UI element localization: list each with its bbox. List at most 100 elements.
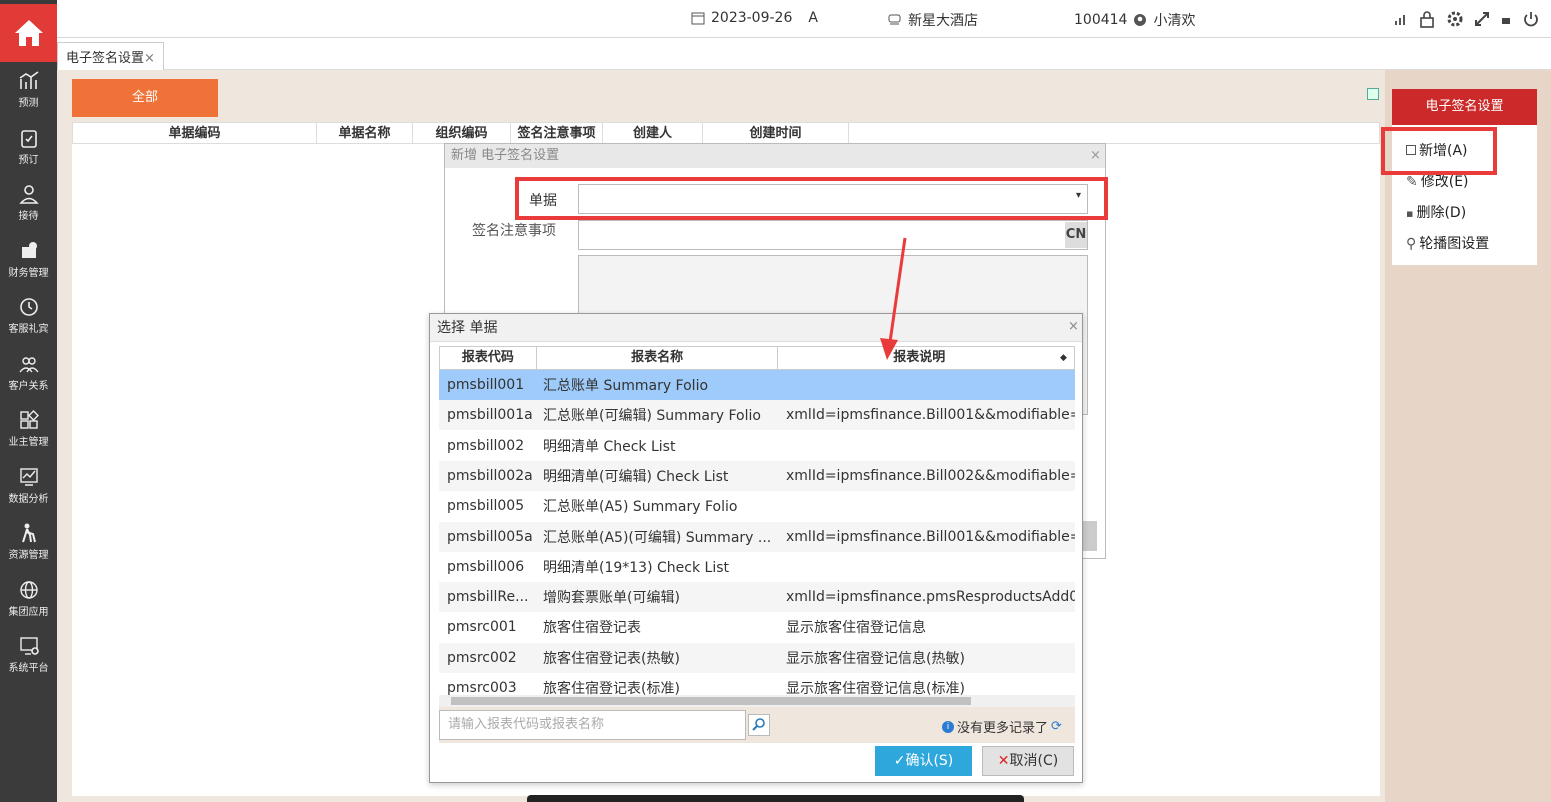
cleaner-icon bbox=[21, 523, 36, 543]
cell-report-code: pmsrc001 bbox=[447, 619, 517, 636]
nav-item-7[interactable]: 数据分析 bbox=[0, 466, 57, 522]
scroll-thumb[interactable] bbox=[451, 697, 971, 705]
power-icon[interactable] bbox=[1522, 10, 1540, 28]
carousel-label: 轮播图设置 bbox=[1419, 236, 1490, 252]
dialog-close-button[interactable]: × bbox=[1068, 319, 1079, 334]
nav-label: 客服礼宾 bbox=[8, 324, 49, 335]
business-date[interactable]: 2023-09-26 A bbox=[691, 10, 818, 26]
home-icon bbox=[14, 20, 43, 46]
person-icon bbox=[18, 185, 39, 204]
refresh-icon[interactable]: ⟳ bbox=[1051, 719, 1062, 734]
col-sign-note[interactable]: 签名注意事项 bbox=[511, 123, 603, 143]
nav-item-8[interactable]: 资源管理 bbox=[0, 522, 57, 578]
horizontal-scrollbar[interactable] bbox=[439, 695, 1075, 707]
grid-icon bbox=[19, 410, 39, 429]
wrench-icon: ⚲ bbox=[1406, 236, 1417, 252]
table-row[interactable]: pmsbill001a 汇总账单(可编辑) Summary Folio xmlId=… bbox=[439, 400, 1075, 431]
cell-report-name: 明细清单(19*13) Check List bbox=[543, 559, 729, 576]
delete-label: 删除(D) bbox=[1416, 205, 1467, 221]
nav-item-3[interactable]: 财务管理 bbox=[0, 240, 57, 296]
language-button[interactable]: CN bbox=[1065, 222, 1087, 248]
cell-report-desc: 显示旅客住宿登记信息(热敏) bbox=[786, 650, 965, 667]
table-body: pmsbill001 汇总账单 Summary Folio pmsbill001a 汇… bbox=[439, 370, 1075, 696]
delete-button[interactable]: ▪ 删除(D) bbox=[1406, 202, 1466, 222]
date-text: 2023-09-26 bbox=[711, 10, 793, 26]
dialog-close-button[interactable]: × bbox=[1090, 148, 1101, 163]
cell-report-code: pmsrc003 bbox=[447, 680, 517, 696]
dialog-title: 选择 单据 bbox=[430, 314, 1082, 342]
dialog-title: 新增 电子签名设置 bbox=[445, 144, 1105, 168]
expand-icon[interactable] bbox=[1474, 11, 1490, 27]
monitor-gear-icon bbox=[19, 637, 39, 655]
nav-label: 财务管理 bbox=[8, 267, 49, 279]
col-report-desc[interactable]: 报表说明 bbox=[778, 347, 1060, 369]
col-org-code[interactable]: 组织编码 bbox=[413, 123, 511, 143]
column-menu-icon[interactable]: ◆ bbox=[1060, 347, 1074, 369]
carousel-settings-button[interactable]: ⚲ 轮播图设置 bbox=[1406, 233, 1489, 253]
table-row[interactable]: pmsbill005a 汇总账单(A5)(可编辑) Summary ... xmlI… bbox=[439, 521, 1075, 552]
report-search-input[interactable]: 请输入报表代码或报表名称 bbox=[439, 710, 746, 740]
analytics-icon bbox=[19, 467, 38, 486]
table-row[interactable]: pmsrc001 旅客住宿登记表 显示旅客住宿登记信息 bbox=[439, 612, 1075, 642]
col-report-name[interactable]: 报表名称 bbox=[537, 347, 779, 369]
nav-item-9[interactable]: 集团应用 bbox=[0, 579, 57, 635]
dialog-footer: 请输入报表代码或报表名称 i 没有更多记录了 ⟳ bbox=[439, 707, 1075, 743]
tab-bar: 电子签名设置× bbox=[57, 38, 1551, 70]
user-info[interactable]: 100414 小清欢 bbox=[1074, 10, 1195, 30]
table-row[interactable]: pmsbillRe... 增购套票账单(可编辑) xmlId=ipmsfinance… bbox=[439, 582, 1075, 613]
col-report-code[interactable]: 报表代码 bbox=[440, 347, 537, 369]
nav-item-5[interactable]: 客户关系 bbox=[0, 353, 57, 409]
cell-report-code: pmsbill006 bbox=[447, 558, 525, 575]
gear-icon[interactable] bbox=[1446, 10, 1464, 28]
people-icon bbox=[18, 356, 39, 372]
scroll-thumb[interactable] bbox=[1083, 521, 1097, 551]
user-id: 100414 bbox=[1074, 12, 1128, 28]
check-icon: ✓ bbox=[893, 753, 906, 769]
confirm-label: 确认(S) bbox=[905, 753, 954, 769]
nav-item-1[interactable]: 预订 bbox=[0, 127, 57, 183]
cell-report-name: 明细清单 Check List bbox=[543, 438, 676, 455]
cell-report-code: pmsbill002a bbox=[447, 467, 533, 484]
table-row[interactable]: pmsbill002 明细清单 Check List bbox=[439, 431, 1075, 461]
table-row[interactable]: pmsbill005 汇总账单(A5) Summary Folio bbox=[439, 491, 1075, 521]
table-row[interactable]: pmsrc003 旅客住宿登记表(标准) 显示旅客住宿登记信息(标准) bbox=[439, 673, 1075, 696]
nav-item-6[interactable]: 业主管理 bbox=[0, 409, 57, 465]
table-row[interactable]: pmsbill002a 明细清单(可编辑) Check List xmlId=ipm… bbox=[439, 460, 1075, 491]
filter-all-button[interactable]: 全部 bbox=[72, 79, 218, 117]
col-doc-code[interactable]: 单据编码 bbox=[73, 123, 317, 143]
col-doc-name[interactable]: 单据名称 bbox=[317, 123, 413, 143]
cell-report-code: pmsbill005 bbox=[447, 498, 525, 515]
cell-report-name: 汇总账单 Summary Folio bbox=[543, 378, 709, 394]
hotel-info[interactable]: 新星大酒店 bbox=[887, 10, 978, 30]
table-row[interactable]: pmsbill001 汇总账单 Summary Folio bbox=[439, 370, 1075, 400]
col-created-time[interactable]: 创建时间 bbox=[703, 123, 849, 143]
cell-report-name: 增购套票账单(可编辑) bbox=[543, 590, 680, 607]
minimize-icon[interactable] bbox=[1500, 13, 1512, 25]
hotel-name: 新星大酒店 bbox=[908, 13, 978, 29]
cell-report-name: 旅客住宿登记表 bbox=[543, 620, 641, 637]
col-creator[interactable]: 创建人 bbox=[603, 123, 703, 143]
cell-report-desc: xmlId=ipmsfinance.Bill001&&modifiable=y bbox=[786, 528, 1075, 545]
cell-report-name: 汇总账单(可编辑) Summary Folio bbox=[543, 408, 761, 425]
cell-report-desc: 显示旅客住宿登记信息 bbox=[786, 620, 926, 637]
confirm-button[interactable]: ✓确认(S) bbox=[875, 746, 972, 776]
nav-label: 预测 bbox=[18, 98, 39, 109]
nav-item-10[interactable]: 系统平台 bbox=[0, 635, 57, 691]
nav-item-0[interactable]: 预测 bbox=[0, 70, 57, 126]
tab-close-button[interactable]: × bbox=[144, 51, 155, 66]
cell-report-desc: xmlId=ipmsfinance.pmsResproductsAdd00 bbox=[786, 589, 1075, 606]
lock-icon[interactable] bbox=[1418, 10, 1436, 28]
table-row[interactable]: pmsbill006 明细清单(19*13) Check List bbox=[439, 552, 1075, 582]
nav-item-4[interactable]: 客服礼宾 bbox=[0, 296, 57, 352]
signal-icon[interactable] bbox=[1394, 12, 1408, 26]
home-button[interactable] bbox=[0, 4, 57, 62]
tab-e-signature[interactable]: 电子签名设置× bbox=[57, 42, 164, 70]
search-button[interactable] bbox=[748, 714, 770, 736]
sign-note-input[interactable] bbox=[578, 220, 1088, 250]
table-row[interactable]: pmsrc002 旅客住宿登记表(热敏) 显示旅客住宿登记信息(热敏) bbox=[439, 642, 1075, 673]
cancel-button[interactable]: ✕取消(C) bbox=[982, 746, 1074, 776]
globe-icon bbox=[19, 580, 38, 599]
nav-item-2[interactable]: 接待 bbox=[0, 183, 57, 239]
nav-label: 系统平台 bbox=[8, 663, 49, 674]
export-icon[interactable] bbox=[1367, 88, 1379, 100]
